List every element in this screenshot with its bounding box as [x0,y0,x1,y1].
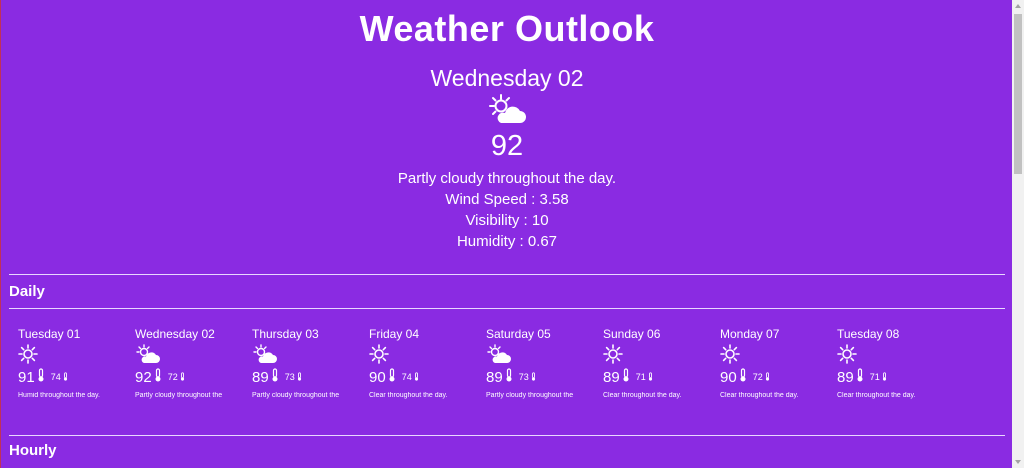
visibility: Visibility : 10 [465,212,549,229]
day-name: Sunday 06 [603,327,661,341]
thermometer-icon [531,368,536,386]
day-temps: 90 74 [369,367,486,387]
low-temp: 74 [401,372,412,382]
day-summary: Partly cloudy throughout the [135,392,223,399]
day-temps: 91 74 [18,367,135,387]
daily-card: Friday 04 90 74 Clear throughout the day. [369,327,486,399]
current-weather: Wednesday 02 92 Partly cloudy throughout… [1,64,1013,252]
day-name: Tuesday 08 [837,327,900,341]
high-temp: 90 [720,368,737,386]
sun-icon [603,344,720,366]
high-temp: 89 [486,368,503,386]
day-summary: Clear throughout the day. [720,392,799,399]
wind-speed: Wind Speed : 3.58 [445,191,569,208]
thermometer-icon [154,367,162,387]
thermometer-icon [648,368,653,386]
low-temp: 72 [167,372,178,382]
current-temp: 92 [490,130,524,162]
partly-cloudy-day-icon [1,94,1013,128]
high-temp: 90 [369,368,386,386]
scrollbar-thumb[interactable] [1014,14,1022,174]
low-temp: 71 [869,372,880,382]
day-temps: 90 72 [720,367,837,387]
day-name: Saturday 05 [486,327,551,341]
daily-card: Tuesday 08 89 71 Clear throughout the day. [837,327,954,399]
page-title: Weather Outlook [359,8,655,49]
thermometer-icon [180,368,185,386]
low-temp: 74 [50,372,61,382]
thermometer-icon [622,367,630,387]
daily-forecast-list: Tuesday 01 91 74 Humid throughout the day. W… [1,309,1013,399]
day-temps: 89 71 [837,367,954,387]
day-summary: Clear throughout the day. [369,392,448,399]
thermometer-icon [856,367,864,387]
day-name: Tuesday 01 [18,327,81,341]
high-temp: 89 [603,368,620,386]
daily-card: Sunday 06 89 71 Clear throughout the day. [603,327,720,399]
thermometer-icon [505,367,513,387]
sun-icon [837,344,954,366]
partly-cloudy-day-icon [135,344,252,366]
low-temp: 73 [518,372,529,382]
thermometer-icon [765,368,770,386]
day-summary: Humid throughout the day. [18,392,100,399]
vertical-scrollbar[interactable] [1012,0,1024,468]
scroll-up-arrow-icon[interactable] [1012,0,1024,12]
day-temps: 89 71 [603,367,720,387]
high-temp: 91 [18,368,35,386]
daily-card: Thursday 03 89 73 Partly cloudy throughout … [252,327,369,399]
day-temps: 92 72 [135,367,252,387]
low-temp: 72 [752,372,763,382]
low-temp: 71 [635,372,646,382]
day-name: Monday 07 [720,327,780,341]
day-summary: Partly cloudy throughout the [252,392,340,399]
day-temps: 89 73 [252,367,369,387]
thermometer-icon [388,367,396,387]
daily-card: Wednesday 02 92 72 Partly cloudy throughout… [135,327,252,399]
thermometer-icon [739,367,747,387]
thermometer-icon [37,367,45,387]
scroll-down-arrow-icon[interactable] [1012,456,1024,468]
thermometer-icon [297,368,302,386]
day-name: Friday 04 [369,327,420,341]
low-temp: 73 [284,372,295,382]
humidity: Humidity : 0.67 [456,233,558,250]
partly-cloudy-day-icon [252,344,369,366]
daily-card: Saturday 05 89 73 Partly cloudy throughout … [486,327,603,399]
thermometer-icon [414,368,419,386]
day-summary: Partly cloudy throughout the [486,392,574,399]
day-name: Wednesday 02 [135,327,215,341]
thermometer-icon [271,367,279,387]
hourly-heading: Hourly [9,442,57,459]
thermometer-icon [63,368,68,386]
day-temps: 89 73 [486,367,603,387]
day-summary: Clear throughout the day. [603,392,682,399]
day-name: Thursday 03 [252,327,319,341]
sun-icon [720,344,837,366]
partly-cloudy-day-icon [486,344,603,366]
thermometer-icon [882,368,887,386]
daily-card: Tuesday 01 91 74 Humid throughout the day. [18,327,135,399]
day-summary: Clear throughout the day. [837,392,916,399]
daily-card: Monday 07 90 72 Clear throughout the day. [720,327,837,399]
sun-icon [18,344,135,366]
high-temp: 89 [252,368,269,386]
current-day: Wednesday 02 [430,65,584,91]
high-temp: 89 [837,368,854,386]
current-summary: Partly cloudy throughout the day. [397,170,617,187]
weather-page: Weather Outlook Wednesday 02 92 Partly c… [1,0,1013,468]
high-temp: 92 [135,368,152,386]
daily-heading: Daily [9,283,45,300]
sun-icon [369,344,486,366]
